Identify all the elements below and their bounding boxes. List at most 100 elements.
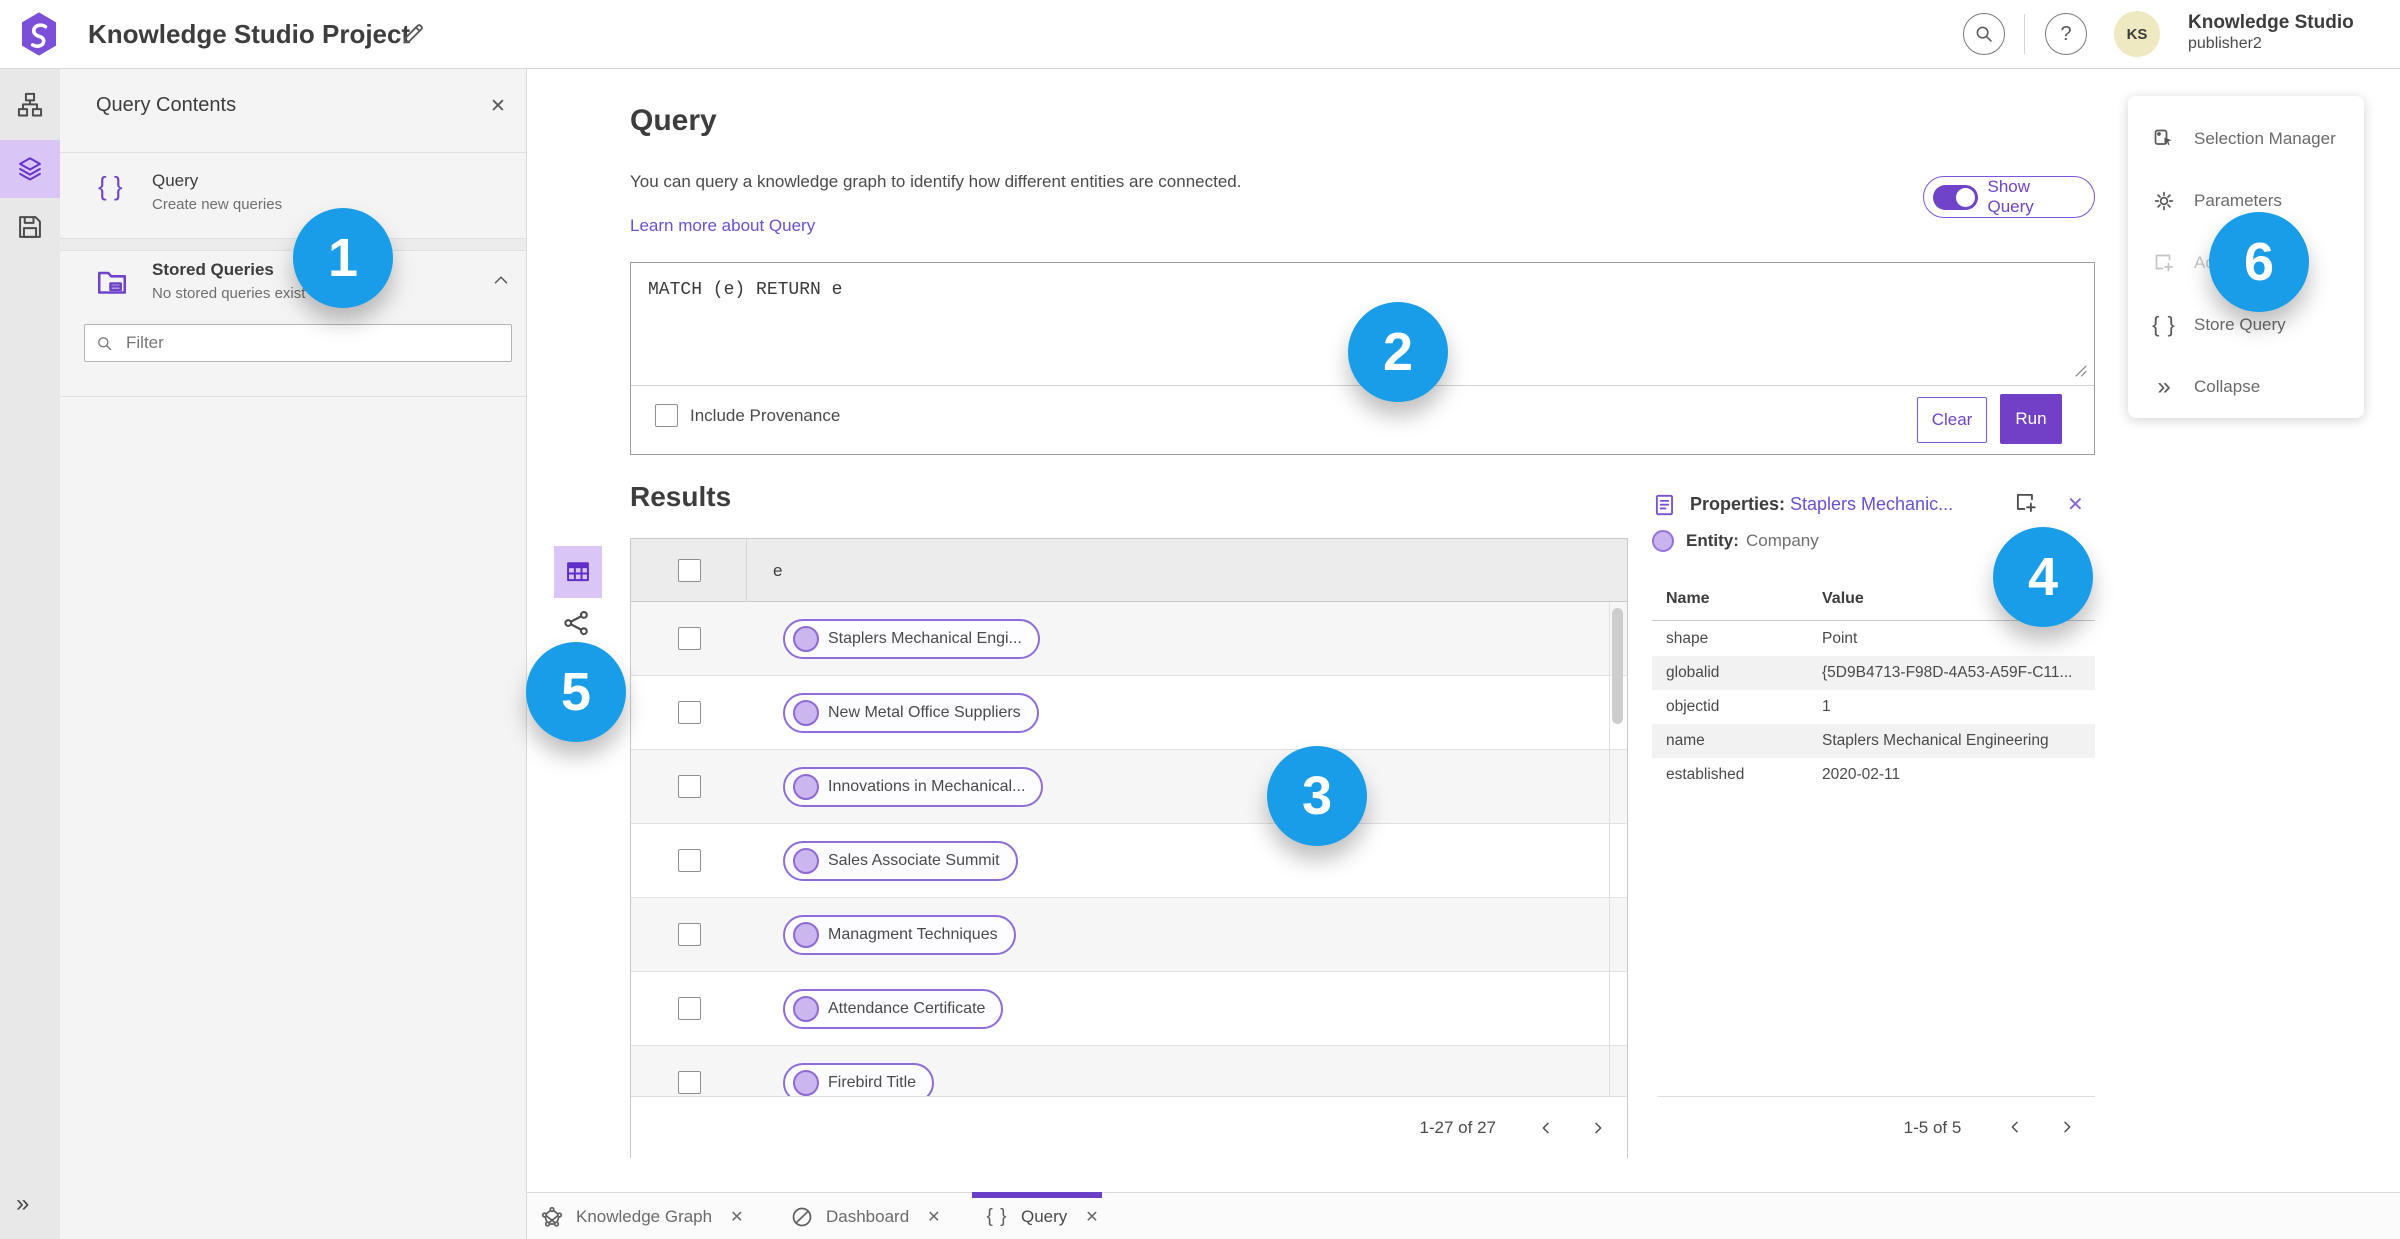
properties-col-name: Name: [1666, 590, 1710, 607]
rail-layers-button[interactable]: [16, 155, 44, 183]
tab-close-button[interactable]: ✕: [927, 1207, 940, 1227]
table-row[interactable]: Managment Techniques: [631, 898, 1627, 972]
rail-expand-button[interactable]: »: [16, 1190, 29, 1218]
properties-close-button[interactable]: ✕: [2067, 492, 2084, 517]
filter-input[interactable]: [124, 332, 501, 354]
row-checkbox[interactable]: [678, 849, 701, 872]
search-button[interactable]: [1963, 13, 2005, 55]
add-rectangle-icon: [2016, 493, 2036, 513]
menu-item-selection-manager[interactable]: Selection Manager: [2128, 108, 2364, 170]
entity-dot-icon: [793, 996, 819, 1022]
row-checkbox[interactable]: [678, 701, 701, 724]
user-role: publisher2: [2188, 35, 2262, 52]
save-icon: [19, 216, 41, 238]
properties-next-page-button[interactable]: [2052, 1112, 2082, 1142]
table-row[interactable]: Sales Associate Summit: [631, 824, 1627, 898]
row-checkbox[interactable]: [678, 775, 701, 798]
include-provenance-checkbox[interactable]: [655, 404, 678, 427]
properties-col-value: Value: [1822, 590, 1864, 607]
toggle-label: Show Query: [1987, 177, 2034, 216]
row-checkbox[interactable]: [678, 923, 701, 946]
tab-dashboard[interactable]: Dashboard ✕: [790, 1193, 941, 1239]
help-icon: ?: [2060, 22, 2072, 45]
table-row[interactable]: New Metal Office Suppliers: [631, 676, 1627, 750]
menu-item-collapse[interactable]: » Collapse: [2128, 356, 2364, 418]
double-chevron-right-icon: »: [16, 1190, 30, 1217]
app-logo[interactable]: [18, 11, 60, 57]
entity-chip[interactable]: Staplers Mechanical Engi...: [783, 619, 1040, 659]
entity-type-dot-icon: [1652, 530, 1674, 552]
annotation-badge-3: 3: [1267, 746, 1367, 846]
entity-chip[interactable]: Innovations in Mechanical...: [783, 767, 1044, 807]
braces-icon: { }: [986, 1205, 1008, 1227]
select-all-checkbox[interactable]: [678, 559, 701, 582]
show-query-toggle[interactable]: Show Query: [1923, 176, 2095, 218]
annotation-badge-5: 5: [526, 642, 626, 742]
entity-chip[interactable]: Managment Techniques: [783, 915, 1016, 955]
properties-prev-page-button[interactable]: [2000, 1112, 2030, 1142]
chevron-left-icon: [2011, 1121, 2018, 1133]
entity-dot-icon: [793, 626, 819, 652]
results-prev-page-button[interactable]: [1531, 1113, 1561, 1143]
row-checkbox[interactable]: [678, 997, 701, 1020]
entity-chip[interactable]: Firebird Title: [783, 1063, 935, 1096]
entity-label: Entity:: [1686, 531, 1739, 550]
entity-chip-label: Firebird Title: [828, 1074, 917, 1091]
properties-entity-link[interactable]: Staplers Mechanic...: [1790, 494, 1953, 515]
link-chart-icon: [564, 610, 588, 636]
entity-chip-label: Attendance Certificate: [828, 1000, 986, 1017]
results-next-page-button[interactable]: [1583, 1113, 1613, 1143]
close-icon: ✕: [730, 1208, 744, 1226]
close-icon: ✕: [2067, 494, 2084, 516]
tab-query[interactable]: { } Query ✕: [985, 1193, 1099, 1239]
clear-button[interactable]: Clear: [1917, 397, 1987, 443]
help-button[interactable]: ?: [2045, 13, 2087, 55]
run-label: Run: [2015, 409, 2047, 428]
add-to-selection-button[interactable]: [2013, 490, 2039, 516]
row-checkbox[interactable]: [678, 627, 701, 650]
edit-title-button[interactable]: [400, 21, 426, 47]
table-view-button[interactable]: [554, 546, 602, 598]
results-table-container: e Staplers Mechanical Engi... New Metal …: [630, 538, 1628, 1158]
tab-close-button[interactable]: ✕: [730, 1207, 743, 1227]
property-row: name Staplers Mechanical Engineering: [1652, 724, 2095, 758]
entity-chip-label: Innovations in Mechanical...: [828, 778, 1026, 795]
run-button[interactable]: Run: [2000, 394, 2062, 444]
row-checkbox[interactable]: [678, 1071, 701, 1094]
badge-number: 5: [560, 662, 592, 722]
scrollbar-thumb[interactable]: [1612, 608, 1623, 724]
collapse-section-button[interactable]: [490, 269, 512, 291]
entity-chip[interactable]: Sales Associate Summit: [783, 841, 1018, 881]
table-row[interactable]: Staplers Mechanical Engi...: [631, 602, 1627, 676]
chevron-up-icon: [494, 276, 508, 284]
table-row[interactable]: Attendance Certificate: [631, 972, 1627, 1046]
link-chart-view-button[interactable]: [560, 606, 594, 640]
rail-data-model-button[interactable]: [16, 91, 44, 119]
property-value: Staplers Mechanical Engineering: [1822, 732, 2049, 749]
entity-chip[interactable]: Attendance Certificate: [783, 989, 1004, 1029]
tab-close-button[interactable]: ✕: [1085, 1207, 1098, 1227]
property-row: globalid {5D9B4713-F98D-4A53-A59F-C11...: [1652, 656, 2095, 690]
tab-knowledge-graph[interactable]: Knowledge Graph ✕: [540, 1193, 744, 1239]
rail-save-button[interactable]: [16, 213, 44, 241]
query-code-input[interactable]: MATCH (e) RETURN e: [648, 280, 842, 300]
menu-item-label: Parameters: [2194, 191, 2282, 210]
learn-more-link[interactable]: Learn more about Query: [630, 216, 815, 236]
resize-handle[interactable]: [2074, 364, 2087, 377]
table-row[interactable]: Firebird Title: [631, 1046, 1627, 1096]
menu-item-label: Selection Manager: [2194, 129, 2336, 148]
braces-icon: { }: [2152, 312, 2176, 337]
panel-close-button[interactable]: ✕: [490, 95, 506, 118]
dashboard-icon: [790, 1205, 814, 1229]
property-row: objectid 1: [1652, 690, 2095, 724]
add-rectangle-icon: [2152, 251, 2176, 275]
table-row[interactable]: Innovations in Mechanical...: [631, 750, 1627, 824]
sidebar-item-query[interactable]: { } Query Create new queries: [60, 153, 526, 238]
stored-queries-filter[interactable]: [84, 324, 512, 362]
user-menu[interactable]: Knowledge Studio publisher2: [2188, 11, 2398, 57]
column-header-e: e: [773, 561, 783, 580]
annotation-badge-6: 6: [2209, 212, 2309, 312]
entity-chip[interactable]: New Metal Office Suppliers: [783, 693, 1039, 733]
knowledge-graph-icon: [540, 1205, 564, 1229]
avatar[interactable]: KS: [2114, 11, 2160, 57]
